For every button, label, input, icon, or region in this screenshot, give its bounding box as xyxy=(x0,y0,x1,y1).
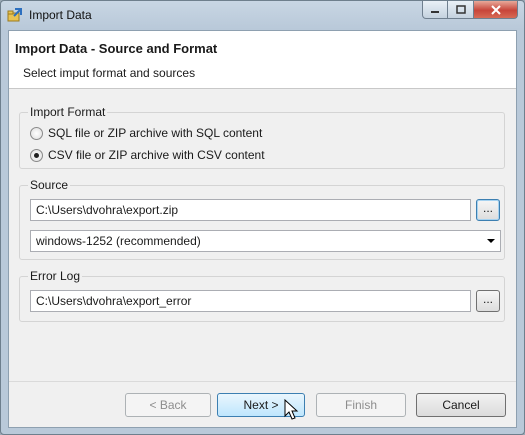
import-data-icon xyxy=(7,8,22,22)
wizard-header: Import Data - Source and Format Select i… xyxy=(9,31,516,89)
radio-button-selected[interactable] xyxy=(30,148,43,162)
radio-csv-label: CSV file or ZIP archive with CSV content xyxy=(48,148,265,162)
radio-csv-format[interactable]: CSV file or ZIP archive with CSV content xyxy=(30,148,265,162)
page-subtitle: Select imput format and sources xyxy=(23,66,196,80)
footer-divider xyxy=(9,381,516,382)
close-icon xyxy=(490,4,501,15)
error-log-browse-button[interactable]: ... xyxy=(476,290,500,312)
minimize-icon xyxy=(431,10,439,13)
dropdown-arrow-icon xyxy=(487,239,495,243)
import-format-label: Import Format xyxy=(28,105,108,119)
encoding-selected-value: windows-1252 (recommended) xyxy=(36,234,201,248)
minimize-button[interactable] xyxy=(422,1,448,19)
maximize-icon xyxy=(455,5,466,14)
window-title: Import Data xyxy=(29,8,92,22)
finish-button[interactable]: Finish xyxy=(316,393,406,417)
cancel-button[interactable]: Cancel xyxy=(416,393,506,417)
page-title: Import Data - Source and Format xyxy=(15,41,218,56)
error-log-group: Error Log C:\Users\dvohra\export_error .… xyxy=(19,269,505,322)
dialog-client-area: Import Data - Source and Format Select i… xyxy=(8,30,517,428)
source-group: Source C:\Users\dvohra\export.zip ... wi… xyxy=(19,178,505,260)
error-log-label: Error Log xyxy=(28,269,83,283)
title-bar[interactable]: Import Data xyxy=(1,1,524,29)
mouse-pointer-icon xyxy=(284,399,299,420)
encoding-select[interactable]: windows-1252 (recommended) xyxy=(30,230,501,252)
source-label: Source xyxy=(28,178,71,192)
source-browse-button[interactable]: ... xyxy=(476,199,500,221)
back-button[interactable]: < Back xyxy=(125,393,211,417)
source-path-input[interactable]: C:\Users\dvohra\export.zip xyxy=(30,199,471,221)
import-data-window: Import Data Import Data - Source and For… xyxy=(0,0,525,435)
close-button[interactable] xyxy=(474,1,518,19)
error-log-path-input[interactable]: C:\Users\dvohra\export_error xyxy=(30,290,471,312)
import-format-group: Import Format SQL file or ZIP archive wi… xyxy=(19,105,505,169)
radio-sql-label: SQL file or ZIP archive with SQL content xyxy=(48,126,263,140)
radio-button[interactable] xyxy=(30,126,43,140)
radio-sql-format[interactable]: SQL file or ZIP archive with SQL content xyxy=(30,126,262,140)
maximize-button[interactable] xyxy=(448,1,474,19)
